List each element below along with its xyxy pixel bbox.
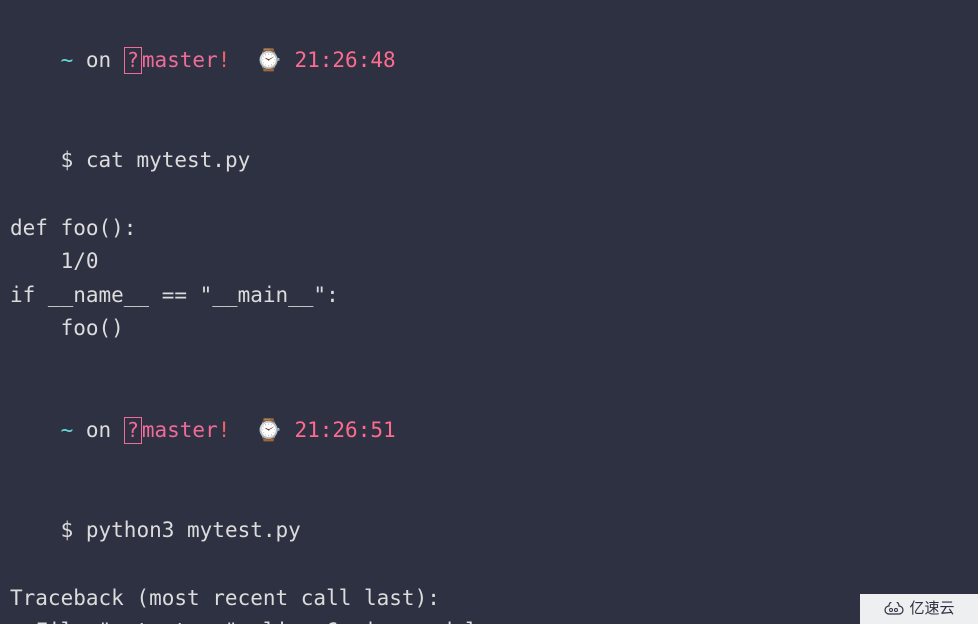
clock-icon: ⌚ — [256, 418, 282, 442]
code-line: foo() — [10, 312, 968, 346]
branch-name: master — [142, 48, 218, 72]
cwd-tilde: ~ — [61, 418, 74, 442]
prompt-spacer — [230, 418, 255, 442]
dirty-indicator: ! — [218, 48, 231, 72]
prompt-symbol: $ — [61, 148, 74, 172]
prompt-on: on — [73, 418, 124, 442]
prompt-time: 21:26:51 — [294, 418, 395, 442]
watermark-text: 亿速云 — [909, 597, 954, 621]
dirty-indicator: ! — [218, 418, 231, 442]
code-line: if __name__ == "__main__": — [10, 279, 968, 313]
prompt-on: on — [73, 48, 124, 72]
traceback-line: File "mytest.py", line 6, in <module> — [10, 615, 968, 624]
command-text: python3 mytest.py — [73, 518, 301, 542]
command-line-2[interactable]: $ python3 mytest.py — [10, 481, 968, 582]
prompt-time: 21:26:48 — [294, 48, 395, 72]
code-line: 1/0 — [10, 245, 968, 279]
branch-marker-icon: ? — [124, 417, 142, 444]
branch-marker-icon: ? — [124, 47, 142, 74]
cloud-icon — [883, 602, 905, 616]
code-line: def foo(): — [10, 212, 968, 246]
prompt-line-1: ~ on ?master! ⌚ 21:26:48 — [10, 10, 968, 111]
prompt-spacer — [230, 48, 255, 72]
prompt-line-2: ~ on ?master! ⌚ 21:26:51 — [10, 380, 968, 481]
cwd-tilde: ~ — [61, 48, 74, 72]
clock-icon: ⌚ — [256, 48, 282, 72]
terminal: ~ on ?master! ⌚ 21:26:48 $ cat mytest.py… — [0, 0, 978, 624]
command-text: cat mytest.py — [73, 148, 250, 172]
traceback-line: Traceback (most recent call last): — [10, 582, 968, 616]
command-line-1[interactable]: $ cat mytest.py — [10, 111, 968, 212]
prompt-spacer — [282, 418, 295, 442]
branch-name: master — [142, 418, 218, 442]
spacer — [10, 346, 968, 380]
prompt-symbol: $ — [61, 518, 74, 542]
prompt-spacer — [282, 48, 295, 72]
watermark-badge: 亿速云 — [860, 594, 978, 624]
